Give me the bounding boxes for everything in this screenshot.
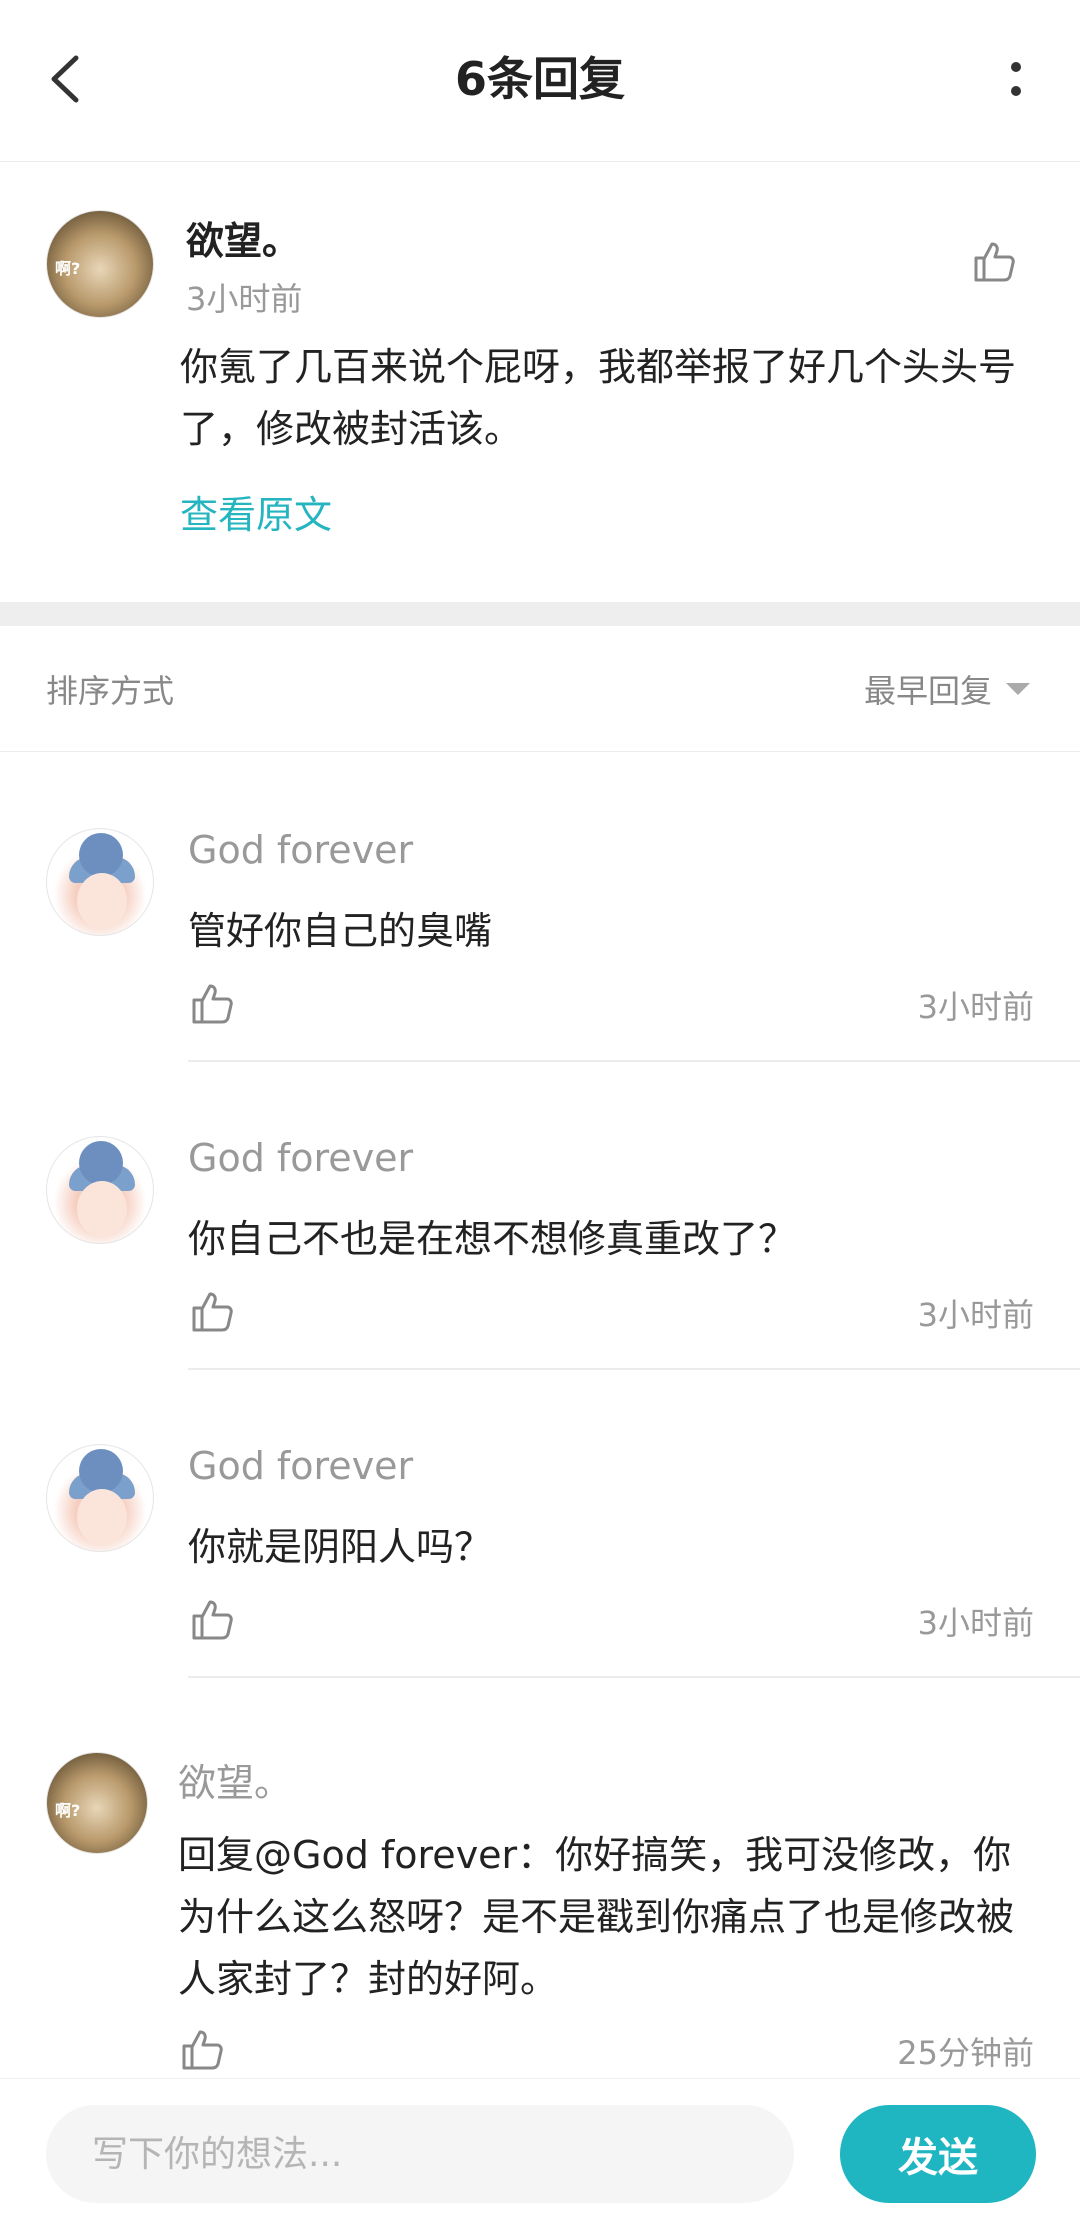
sort-bar: 排序方式 最早回复: [0, 626, 1080, 752]
reply-avatar[interactable]: [46, 828, 154, 936]
reply-item: God forever 你就是阴阳人吗？ 3小时前: [0, 1416, 1080, 1726]
avatar-text: 啊?: [55, 259, 81, 278]
view-original-link[interactable]: 查看原文: [180, 484, 332, 539]
reply-avatar[interactable]: [46, 1136, 154, 1244]
sort-label: 排序方式: [46, 672, 175, 710]
sort-dropdown[interactable]: 最早回复: [864, 666, 1030, 712]
send-button[interactable]: 发送: [840, 2105, 1036, 2203]
section-divider: [0, 602, 1080, 626]
reply-author-name[interactable]: God forever: [188, 828, 413, 872]
thumbs-up-icon[interactable]: [188, 1288, 236, 1336]
reply-content: 管好你自己的臭嘴: [188, 909, 493, 953]
comment-content: 你氪了几百来说个屁呀，我都举报了好几个头头号了，修改被封活该。: [180, 345, 1017, 451]
comment-author-name[interactable]: 欲望。: [186, 210, 300, 265]
reply-author-name[interactable]: 欲望。: [178, 1752, 292, 1807]
reply-content: 回复@God forever：你好搞笑，我可没修改，你为什么这么怒呀？是不是戳到…: [178, 1833, 1015, 2001]
reply-timestamp: 3小时前: [917, 988, 1034, 1026]
comment-input[interactable]: [46, 2105, 794, 2203]
avatar-text: 啊?: [55, 1801, 81, 1820]
reply-divider: [188, 1060, 1080, 1062]
top-nav-bar: 6条回复: [0, 0, 1080, 162]
reply-avatar[interactable]: [46, 1444, 154, 1552]
reply-avatar[interactable]: 啊?: [46, 1752, 148, 1854]
reply-item: 啊? 欲望。 回复@God forever：你好搞笑，我可没修改，你为什么这么怒…: [0, 1724, 1080, 2078]
original-comment: 啊? 欲望。 3小时前 你氪了几百来说个屁呀，我都举报了好几个头头号了，修改被封…: [0, 162, 1080, 602]
reply-content: 你就是阴阳人吗？: [188, 1525, 493, 1569]
reply-timestamp: 25分钟前: [897, 2034, 1034, 2072]
author-avatar[interactable]: 啊?: [46, 210, 154, 318]
reply-item: God forever 你自己不也是在想不想修真重改了？ 3小时前: [0, 1108, 1080, 1418]
caret-down-icon: [1006, 683, 1030, 695]
thumbs-up-icon[interactable]: [188, 980, 236, 1028]
page-title: 6条回复: [454, 52, 625, 106]
more-options-icon[interactable]: [986, 44, 1046, 114]
thumbs-up-icon[interactable]: [188, 1596, 236, 1644]
reply-author-name[interactable]: God forever: [188, 1444, 413, 1488]
reply-content: 你自己不也是在想不想修真重改了？: [188, 1217, 797, 1261]
reply-item: God forever 管好你自己的臭嘴 3小时前: [0, 800, 1080, 1110]
thumbs-up-icon[interactable]: [178, 2026, 226, 2074]
reply-divider: [188, 1368, 1080, 1370]
reply-divider: [188, 1676, 1080, 1678]
comment-input-bar: 发送: [0, 2078, 1080, 2226]
comment-timestamp: 3小时前: [186, 280, 303, 318]
thumbs-up-icon[interactable]: [970, 238, 1018, 286]
reply-author-name[interactable]: God forever: [188, 1136, 413, 1180]
reply-timestamp: 3小时前: [917, 1604, 1034, 1642]
sort-selected-value: 最早回复: [863, 672, 992, 710]
reply-timestamp: 3小时前: [917, 1296, 1034, 1334]
